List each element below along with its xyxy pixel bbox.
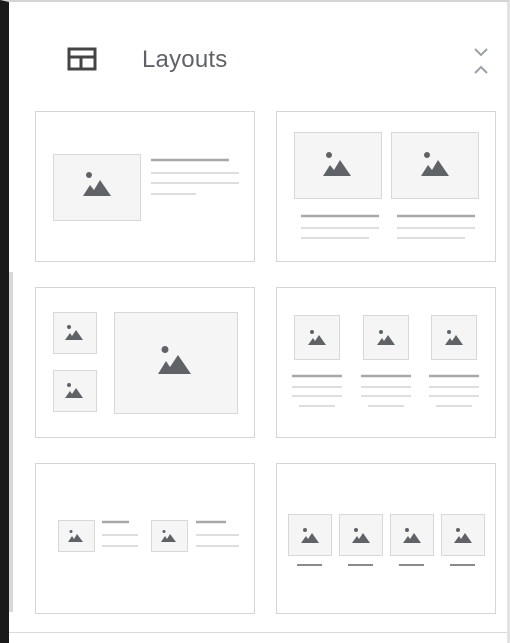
- layout-option-two-images-with-captions[interactable]: [276, 111, 496, 262]
- layout-option-two-small-images-one-large[interactable]: [35, 287, 255, 438]
- layout-option-two-image-text-rows[interactable]: [35, 463, 255, 614]
- scroll-gutter: [9, 272, 13, 612]
- layout-thumbnail: [53, 154, 239, 221]
- panel-title: Layouts: [142, 46, 228, 73]
- layout-thumbnail: [294, 132, 479, 239]
- layout-thumbnail: [53, 312, 238, 414]
- layout-option-three-images-with-captions[interactable]: [276, 287, 496, 438]
- layout-thumbnail: [292, 315, 479, 407]
- unfold-less-icon[interactable]: [471, 46, 491, 76]
- panel-bottom-divider: [9, 632, 507, 633]
- layout-option-four-images-with-captions[interactable]: [276, 463, 496, 614]
- layout-option-image-left-text-right[interactable]: [35, 111, 255, 262]
- layouts-icon: [67, 47, 97, 71]
- layouts-panel-header[interactable]: Layouts: [9, 2, 507, 102]
- layout-thumbnail: [288, 514, 485, 566]
- layout-thumbnail: [58, 520, 239, 552]
